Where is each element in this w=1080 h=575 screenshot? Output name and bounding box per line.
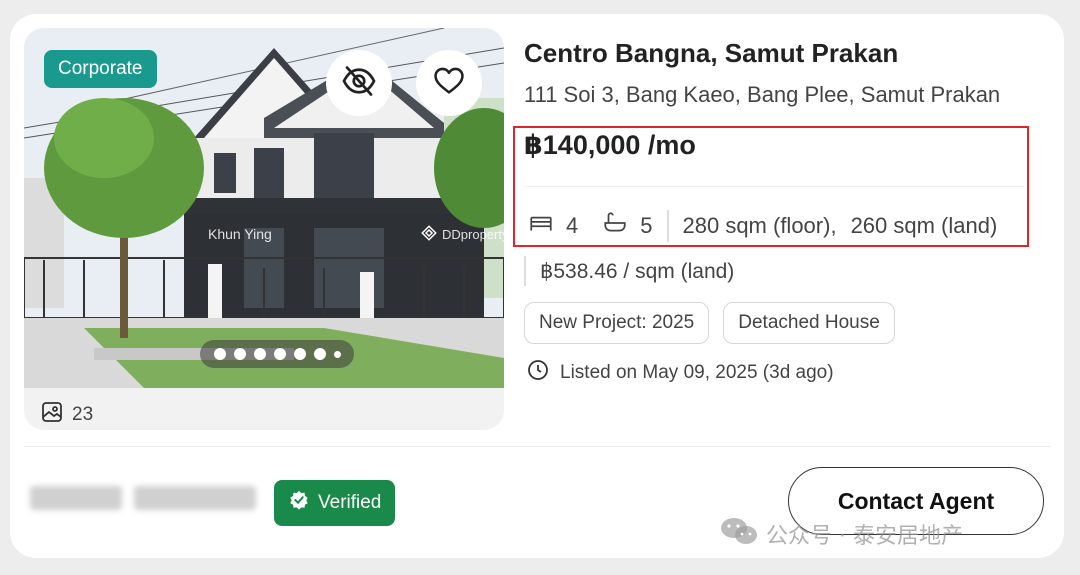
listing-price: ฿140,000 /mo bbox=[524, 130, 696, 160]
price-per-sqm: ฿538.46 / sqm (land) bbox=[524, 256, 734, 286]
baths-count: 5 bbox=[640, 213, 653, 238]
verified-badge: Verified bbox=[274, 480, 396, 526]
ddproperty-logo-icon bbox=[420, 224, 438, 245]
carousel-dot[interactable] bbox=[333, 350, 341, 358]
photo-watermark-name: Khun Ying bbox=[208, 226, 272, 242]
verified-label: Verified bbox=[318, 492, 382, 513]
photo-count[interactable]: 23 bbox=[40, 400, 93, 430]
tag-property-type[interactable]: Detached House bbox=[723, 302, 895, 344]
clock-icon bbox=[526, 358, 550, 388]
hide-listing-button[interactable] bbox=[326, 50, 392, 116]
wechat-icon bbox=[720, 516, 758, 552]
listing-tags: New Project: 2025 Detached House bbox=[524, 302, 895, 344]
listing-photo-carousel[interactable]: Corporate Khun Ying DDproperty 23 bbox=[24, 28, 504, 430]
beds-count: 4 bbox=[566, 213, 579, 238]
specs-divider bbox=[666, 210, 669, 242]
agent-name-blur bbox=[30, 486, 122, 510]
price-per-sqm-value: ฿538.46 / sqm (land) bbox=[540, 259, 735, 283]
listed-date: Listed on May 09, 2025 (3d ago) bbox=[526, 358, 834, 388]
land-area: 260 sqm (land) bbox=[850, 213, 998, 238]
carousel-dot[interactable] bbox=[253, 348, 266, 360]
card-divider bbox=[24, 446, 1050, 447]
agent-name-blurred[interactable] bbox=[30, 486, 256, 510]
listing-address: 111 Soi 3, Bang Kaeo, Bang Plee, Samut P… bbox=[524, 82, 1001, 107]
corporate-badge: Corporate bbox=[44, 50, 157, 88]
check-badge-icon bbox=[288, 489, 310, 517]
photo-watermark-brand: DDproperty bbox=[420, 224, 504, 245]
price-divider bbox=[524, 186, 1024, 187]
carousel-dot[interactable] bbox=[233, 348, 246, 360]
photo-count-value: 23 bbox=[72, 404, 94, 425]
tag-new-project[interactable]: New Project: 2025 bbox=[524, 302, 710, 344]
bath-icon bbox=[602, 210, 628, 242]
wechat-watermark: 公众号 · 泰安居地产 bbox=[720, 516, 963, 552]
carousel-dot[interactable] bbox=[293, 348, 306, 360]
listing-title[interactable]: Centro Bangna, Samut Prakan bbox=[524, 38, 898, 69]
eye-slash-icon bbox=[341, 63, 377, 104]
listing-card[interactable]: Corporate Khun Ying DDproperty 23 Centro… bbox=[10, 14, 1064, 558]
agent-agency-blur bbox=[134, 486, 256, 510]
gallery-icon bbox=[40, 400, 64, 430]
ddproperty-brand-text: DDproperty bbox=[442, 227, 504, 242]
ppsqm-divider bbox=[524, 256, 526, 286]
listed-date-text: Listed on May 09, 2025 (3d ago) bbox=[560, 362, 834, 383]
carousel-dot[interactable] bbox=[273, 348, 286, 360]
floor-area: 280 sqm (floor), bbox=[682, 213, 837, 238]
carousel-dots[interactable] bbox=[200, 340, 354, 368]
bed-icon bbox=[528, 210, 554, 242]
wechat-watermark-text: 公众号 · 泰安居地产 bbox=[766, 524, 963, 549]
listing-specs: 4 5 280 sqm (floor), 260 sqm (land) bbox=[528, 210, 997, 242]
heart-icon bbox=[432, 64, 466, 103]
favorite-button[interactable] bbox=[416, 50, 482, 116]
carousel-dot[interactable] bbox=[213, 348, 226, 360]
carousel-dot[interactable] bbox=[313, 348, 326, 360]
